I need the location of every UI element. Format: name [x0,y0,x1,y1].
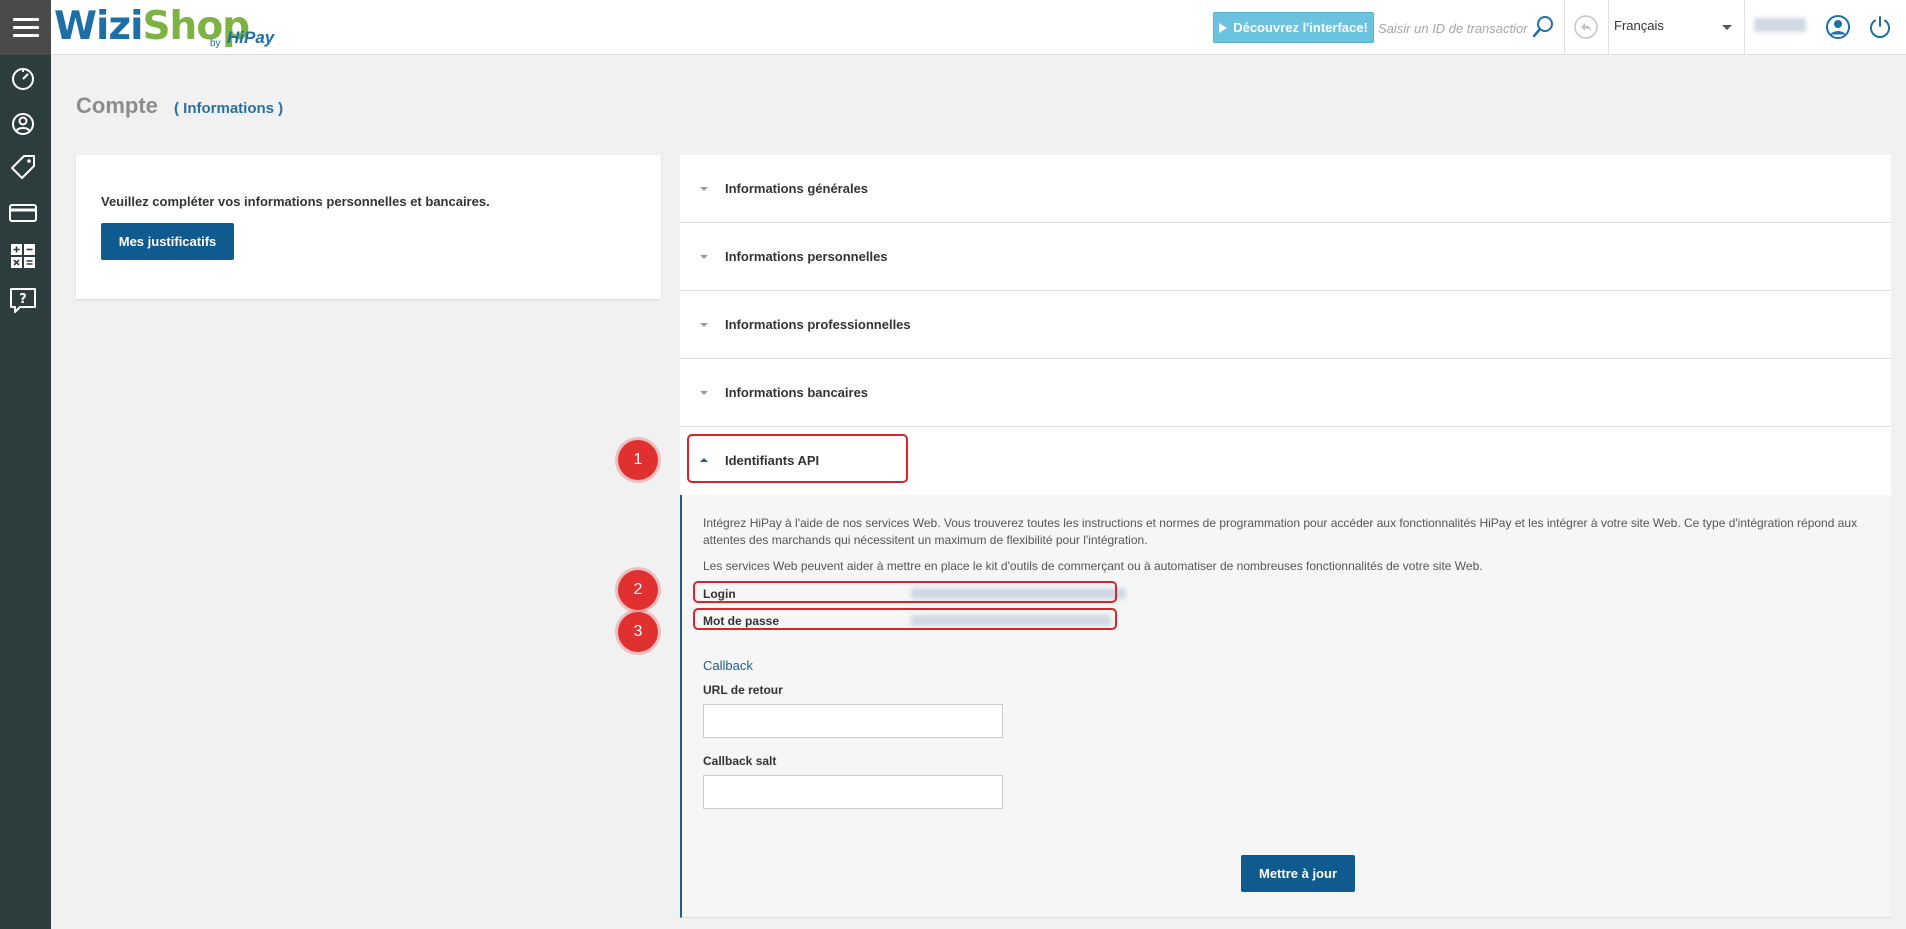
dashboard-icon[interactable] [8,64,38,94]
accordion-label: Informations générales [725,181,869,196]
complete-info-message: Veuillez compléter vos informations pers… [101,194,490,209]
accordion-label: Informations personnelles [725,249,888,264]
user-id-redacted [1754,18,1806,32]
wizishop-logo[interactable]: WiziShop by HiPay [54,2,274,54]
logo-hipay: HiPay [227,28,275,47]
page-subtitle[interactable]: ( Informations ) [174,100,283,117]
accordion-label: Informations bancaires [725,385,869,400]
annotation-marker-1: 1 [618,440,658,480]
accordion-bank-info[interactable]: Informations bancaires [680,359,1891,427]
caret-down-icon [700,323,708,327]
accordion-professional-info[interactable]: Informations professionnelles [680,291,1891,359]
update-button[interactable]: Mettre à jour [1241,855,1355,892]
api-intro-text: Intégrez HiPay à l'aide de nos services … [703,516,1858,547]
page-title: Compte [76,93,158,118]
caret-down-icon [700,187,708,191]
sidebar: ? [0,55,51,929]
chevron-down-icon[interactable] [1722,25,1732,30]
callback-salt-label: Callback salt [703,754,777,768]
annotation-marker-3: 3 [618,612,658,652]
power-icon[interactable] [1866,13,1894,41]
transaction-search-input[interactable] [1378,17,1528,39]
discover-label: Découvrez l'interface! [1233,20,1368,35]
highlight-box-password [693,608,1117,630]
user-icon[interactable] [1824,13,1852,41]
discover-interface-button[interactable]: Découvrez l'interface! [1213,12,1374,43]
caret-down-icon [700,255,708,259]
tag-icon[interactable] [8,152,38,182]
divider [1564,0,1565,55]
accordion-general-info[interactable]: Informations générales [680,155,1891,223]
account-accordion: Informations générales Informations pers… [680,155,1891,918]
top-bar: WiziShop by HiPay Découvrez l'interface!… [0,0,1906,55]
svg-text:?: ? [19,292,27,307]
api-credentials-panel: Intégrez HiPay à l'aide de nos services … [680,495,1891,918]
help-icon[interactable]: ? [8,285,38,315]
search-icon[interactable] [1530,14,1556,40]
callback-heading: Callback [703,658,753,673]
return-url-label: URL de retour [703,683,783,697]
accordion-label: Informations professionnelles [725,317,911,332]
logo-wizi: Wizi [54,4,143,49]
back-icon[interactable] [1573,14,1599,40]
card-icon[interactable] [8,198,38,228]
highlight-box-login [693,581,1117,603]
callback-salt-input[interactable] [703,775,1003,809]
documents-button[interactable]: Mes justificatifs [101,223,234,260]
return-url-input[interactable] [703,704,1003,738]
language-select[interactable]: Français [1614,18,1664,33]
calculator-icon[interactable] [8,241,38,271]
highlight-box-api-tab [687,434,908,483]
annotation-marker-2: 2 [618,570,658,610]
caret-down-icon [700,391,708,395]
play-icon [1219,22,1228,33]
account-icon[interactable] [8,109,38,139]
api-services-text: Les services Web peuvent aider à mettre … [703,559,1483,573]
documents-card: Veuillez compléter vos informations pers… [76,155,661,299]
menu-icon[interactable] [0,0,51,55]
logo-by: by [210,38,221,49]
divider [1744,0,1745,55]
divider [1608,0,1609,55]
accordion-personal-info[interactable]: Informations personnelles [680,223,1891,291]
